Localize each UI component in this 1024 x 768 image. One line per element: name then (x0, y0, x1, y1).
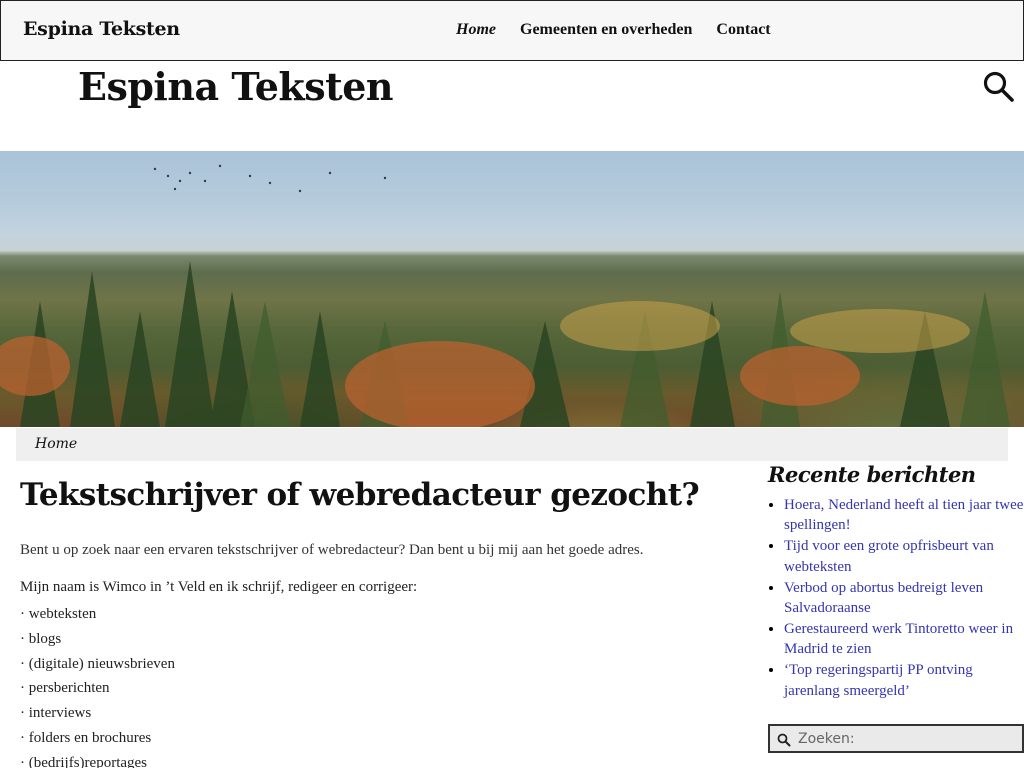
recent-post-link[interactable]: Verbod op abortus bedreigt leven Salvado… (784, 580, 983, 616)
hero-image-detail (0, 164, 1010, 427)
page-title: Tekstschrijver of webredacteur gezocht? (20, 477, 700, 513)
nav-link-home[interactable]: Home (456, 21, 496, 39)
list-item: · (bedrijfs)reportages (20, 754, 148, 768)
hero-forest-image (0, 151, 1024, 427)
search-icon[interactable] (982, 70, 1016, 104)
services-list: · webteksten · blogs · (digitale) nieuws… (20, 602, 740, 768)
sidebar: Recente berichten Hoera, Nederland heeft… (768, 462, 1024, 702)
list-item: · folders en brochures (20, 729, 152, 746)
list-item: · (digitale) nieuwsbrieven (20, 655, 175, 672)
recent-post-link[interactable]: Gerestaureerd werk Tintoretto weer in Ma… (784, 621, 1013, 657)
recent-post-link[interactable]: Hoera, Nederland heeft al tien jaar twee… (784, 497, 1023, 533)
list-item: · interviews (20, 705, 92, 722)
top-navigation-bar: Espina Teksten Home Gemeenten en overhed… (0, 0, 1024, 61)
recent-post-link[interactable]: Tijd voor een grote opfrisbeurt van webt… (784, 538, 994, 574)
recent-posts-list: Hoera, Nederland heeft al tien jaar twee… (768, 495, 1024, 701)
recent-posts-heading: Recente berichten (768, 462, 976, 487)
list-item: Hoera, Nederland heeft al tien jaar twee… (784, 495, 1024, 536)
search-input[interactable] (798, 729, 1018, 749)
list-item: · persberichten (20, 680, 110, 697)
primary-menu: Home Gemeenten en overheden Contact (456, 21, 795, 39)
list-item: Gerestaureerd werk Tintoretto weer in Ma… (784, 619, 1024, 660)
recent-post-link[interactable]: ‘Top regeringspartij PP ontving jarenlan… (784, 662, 973, 698)
nav-link-contact[interactable]: Contact (716, 21, 770, 39)
sidebar-search (768, 724, 1024, 753)
breadcrumb-current: Home (35, 436, 78, 452)
nav-link-gemeenten[interactable]: Gemeenten en overheden (520, 21, 692, 39)
search-icon[interactable] (777, 732, 791, 747)
lead-paragraph: Mijn naam is Wimco in ’t Veld en ik schr… (20, 579, 418, 595)
list-item: · blogs (20, 630, 62, 647)
list-item: Tijd voor een grote opfrisbeurt van webt… (784, 536, 1024, 577)
breadcrumb: Home (16, 428, 1008, 461)
main-content: Tekstschrijver of webredacteur gezocht? … (20, 474, 740, 768)
brand-name[interactable]: Espina Teksten (23, 18, 180, 40)
site-title[interactable]: Espina Teksten (78, 64, 394, 109)
list-item: · webteksten (20, 606, 97, 622)
list-item: ‘Top regeringspartij PP ontving jarenlan… (784, 660, 1024, 701)
list-item: Verbod op abortus bedreigt leven Salvado… (784, 578, 1024, 619)
intro-paragraph: Bent u op zoek naar een ervaren tekstsch… (20, 542, 644, 558)
